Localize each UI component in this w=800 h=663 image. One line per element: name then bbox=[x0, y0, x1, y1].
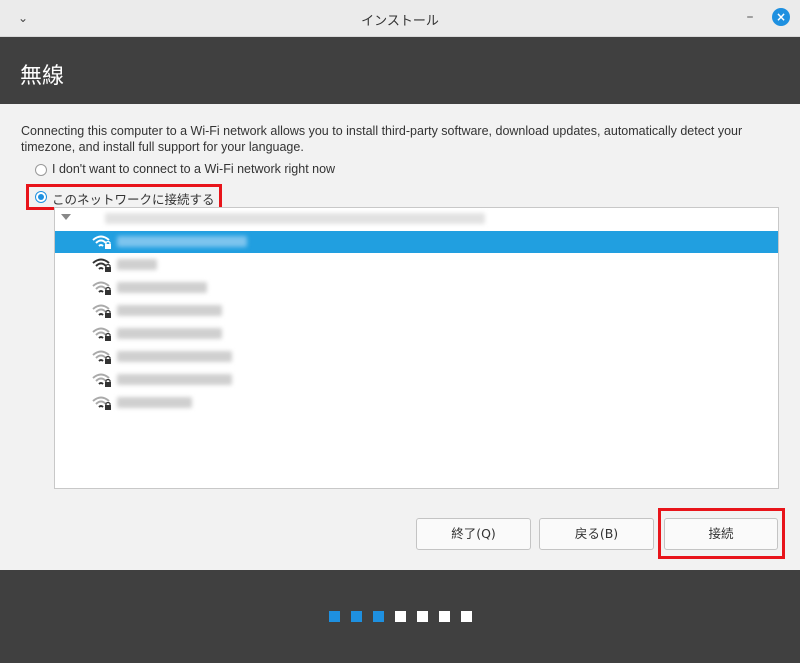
page-header: 無線 bbox=[0, 37, 800, 104]
minimize-icon[interactable]: – bbox=[740, 8, 760, 28]
wifi-signal-icon bbox=[92, 281, 111, 295]
network-name-blurred bbox=[117, 328, 222, 339]
network-row[interactable] bbox=[55, 346, 778, 368]
option-no-wifi[interactable]: I don't want to connect to a Wi-Fi netwo… bbox=[35, 161, 365, 181]
network-name-blurred bbox=[117, 374, 232, 385]
close-icon[interactable]: × bbox=[772, 8, 790, 26]
progress-step-dot bbox=[416, 611, 428, 622]
network-name-blurred bbox=[117, 282, 207, 293]
wifi-signal-icon bbox=[92, 350, 111, 364]
network-name-blurred bbox=[117, 305, 222, 316]
network-list[interactable] bbox=[54, 207, 779, 489]
connect-button-highlight bbox=[658, 508, 785, 559]
wifi-signal-icon bbox=[92, 327, 111, 341]
option-no-wifi-label: I don't want to connect to a Wi-Fi netwo… bbox=[52, 162, 336, 176]
wifi-description: Connecting this computer to a Wi-Fi netw… bbox=[21, 124, 743, 154]
network-name-blurred bbox=[117, 351, 232, 362]
progress-step-dot bbox=[394, 611, 406, 622]
wifi-signal-icon bbox=[92, 258, 111, 272]
progress-step-dot bbox=[460, 611, 472, 622]
network-name-blurred bbox=[117, 236, 247, 247]
radio-no-wifi[interactable] bbox=[35, 164, 47, 176]
page-title: 無線 bbox=[20, 64, 65, 89]
wifi-signal-icon bbox=[92, 396, 111, 410]
network-group-row[interactable] bbox=[55, 208, 778, 230]
progress-step-dot bbox=[372, 611, 384, 622]
wifi-signal-icon bbox=[92, 235, 111, 249]
network-name-blurred bbox=[117, 397, 192, 408]
progress-step-dot bbox=[350, 611, 362, 622]
network-row[interactable] bbox=[55, 392, 778, 414]
back-button[interactable]: 戻る(B) bbox=[539, 518, 654, 550]
title-bar: ⌄ インストール – × bbox=[0, 0, 800, 37]
network-row[interactable] bbox=[55, 300, 778, 322]
progress-step-dot bbox=[438, 611, 450, 622]
adapter-name-blurred bbox=[105, 213, 485, 224]
wifi-signal-icon bbox=[92, 373, 111, 387]
network-row[interactable] bbox=[55, 369, 778, 391]
progress-step-dot bbox=[328, 611, 340, 622]
quit-button[interactable]: 終了(Q) bbox=[416, 518, 531, 550]
wifi-signal-icon bbox=[92, 304, 111, 318]
progress-footer bbox=[0, 570, 800, 663]
network-row[interactable] bbox=[55, 323, 778, 345]
expander-arrow-icon[interactable] bbox=[61, 214, 71, 220]
network-row[interactable] bbox=[55, 254, 778, 276]
network-row[interactable] bbox=[55, 277, 778, 299]
installer-window: ⌄ インストール – × 無線 Connecting this computer… bbox=[0, 0, 800, 663]
window-title: インストール bbox=[361, 14, 439, 29]
network-row[interactable] bbox=[55, 231, 778, 253]
network-name-blurred bbox=[117, 259, 157, 270]
